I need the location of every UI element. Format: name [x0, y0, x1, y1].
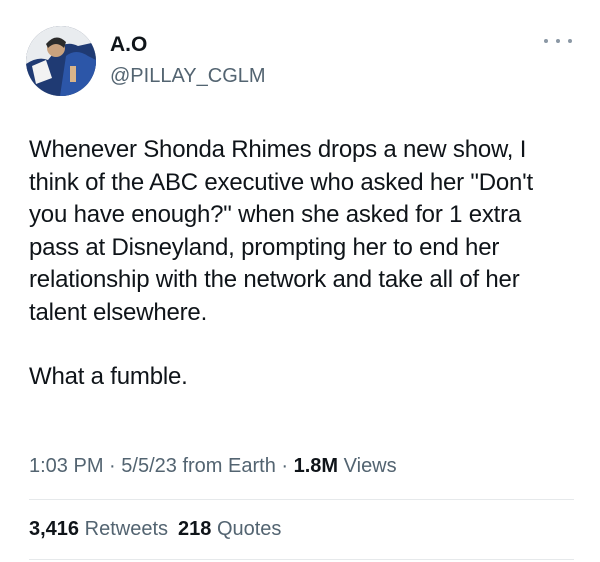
quotes-label: Quotes [216, 518, 282, 540]
quotes-stat[interactable]: 218 Quotes [178, 518, 281, 540]
tweet-date[interactable]: 5/5/23 [121, 455, 177, 477]
engagement-stats: 3,416 Retweets 218 Quotes [29, 517, 281, 541]
tweet-paragraph: What a fumble. [29, 363, 188, 390]
tweet-meta: 1:03 PM · 5/5/23 from Earth · 1.8M Views [29, 454, 397, 478]
avatar[interactable] [26, 26, 96, 96]
more-dot [544, 39, 548, 43]
retweets-stat[interactable]: 3,416 Retweets [29, 518, 168, 540]
meta-separator: · [109, 455, 116, 477]
tweet-text: Whenever Shonda Rhimes drops a new show,… [29, 134, 574, 394]
user-handle[interactable]: @PILLAY_CGLM [110, 64, 266, 88]
more-horizontal-icon[interactable] [544, 33, 572, 49]
more-dot [568, 39, 572, 43]
views-count: 1.8M [293, 455, 339, 477]
retweets-count: 3,416 [29, 518, 80, 540]
views-label: Views [343, 455, 397, 477]
tweet-paragraph: Whenever Shonda Rhimes drops a new show,… [29, 136, 533, 326]
quotes-count: 218 [178, 518, 212, 540]
tweet-time[interactable]: 1:03 PM [29, 455, 103, 477]
divider [29, 559, 574, 560]
divider [29, 499, 574, 500]
tweet-card: A.O @PILLAY_CGLM Whenever Shonda Rhimes … [0, 0, 600, 562]
display-name[interactable]: A.O [110, 33, 147, 57]
tweet-source: from Earth [182, 455, 276, 477]
meta-separator: · [281, 455, 289, 477]
retweets-label: Retweets [84, 518, 168, 540]
more-dot [556, 39, 560, 43]
